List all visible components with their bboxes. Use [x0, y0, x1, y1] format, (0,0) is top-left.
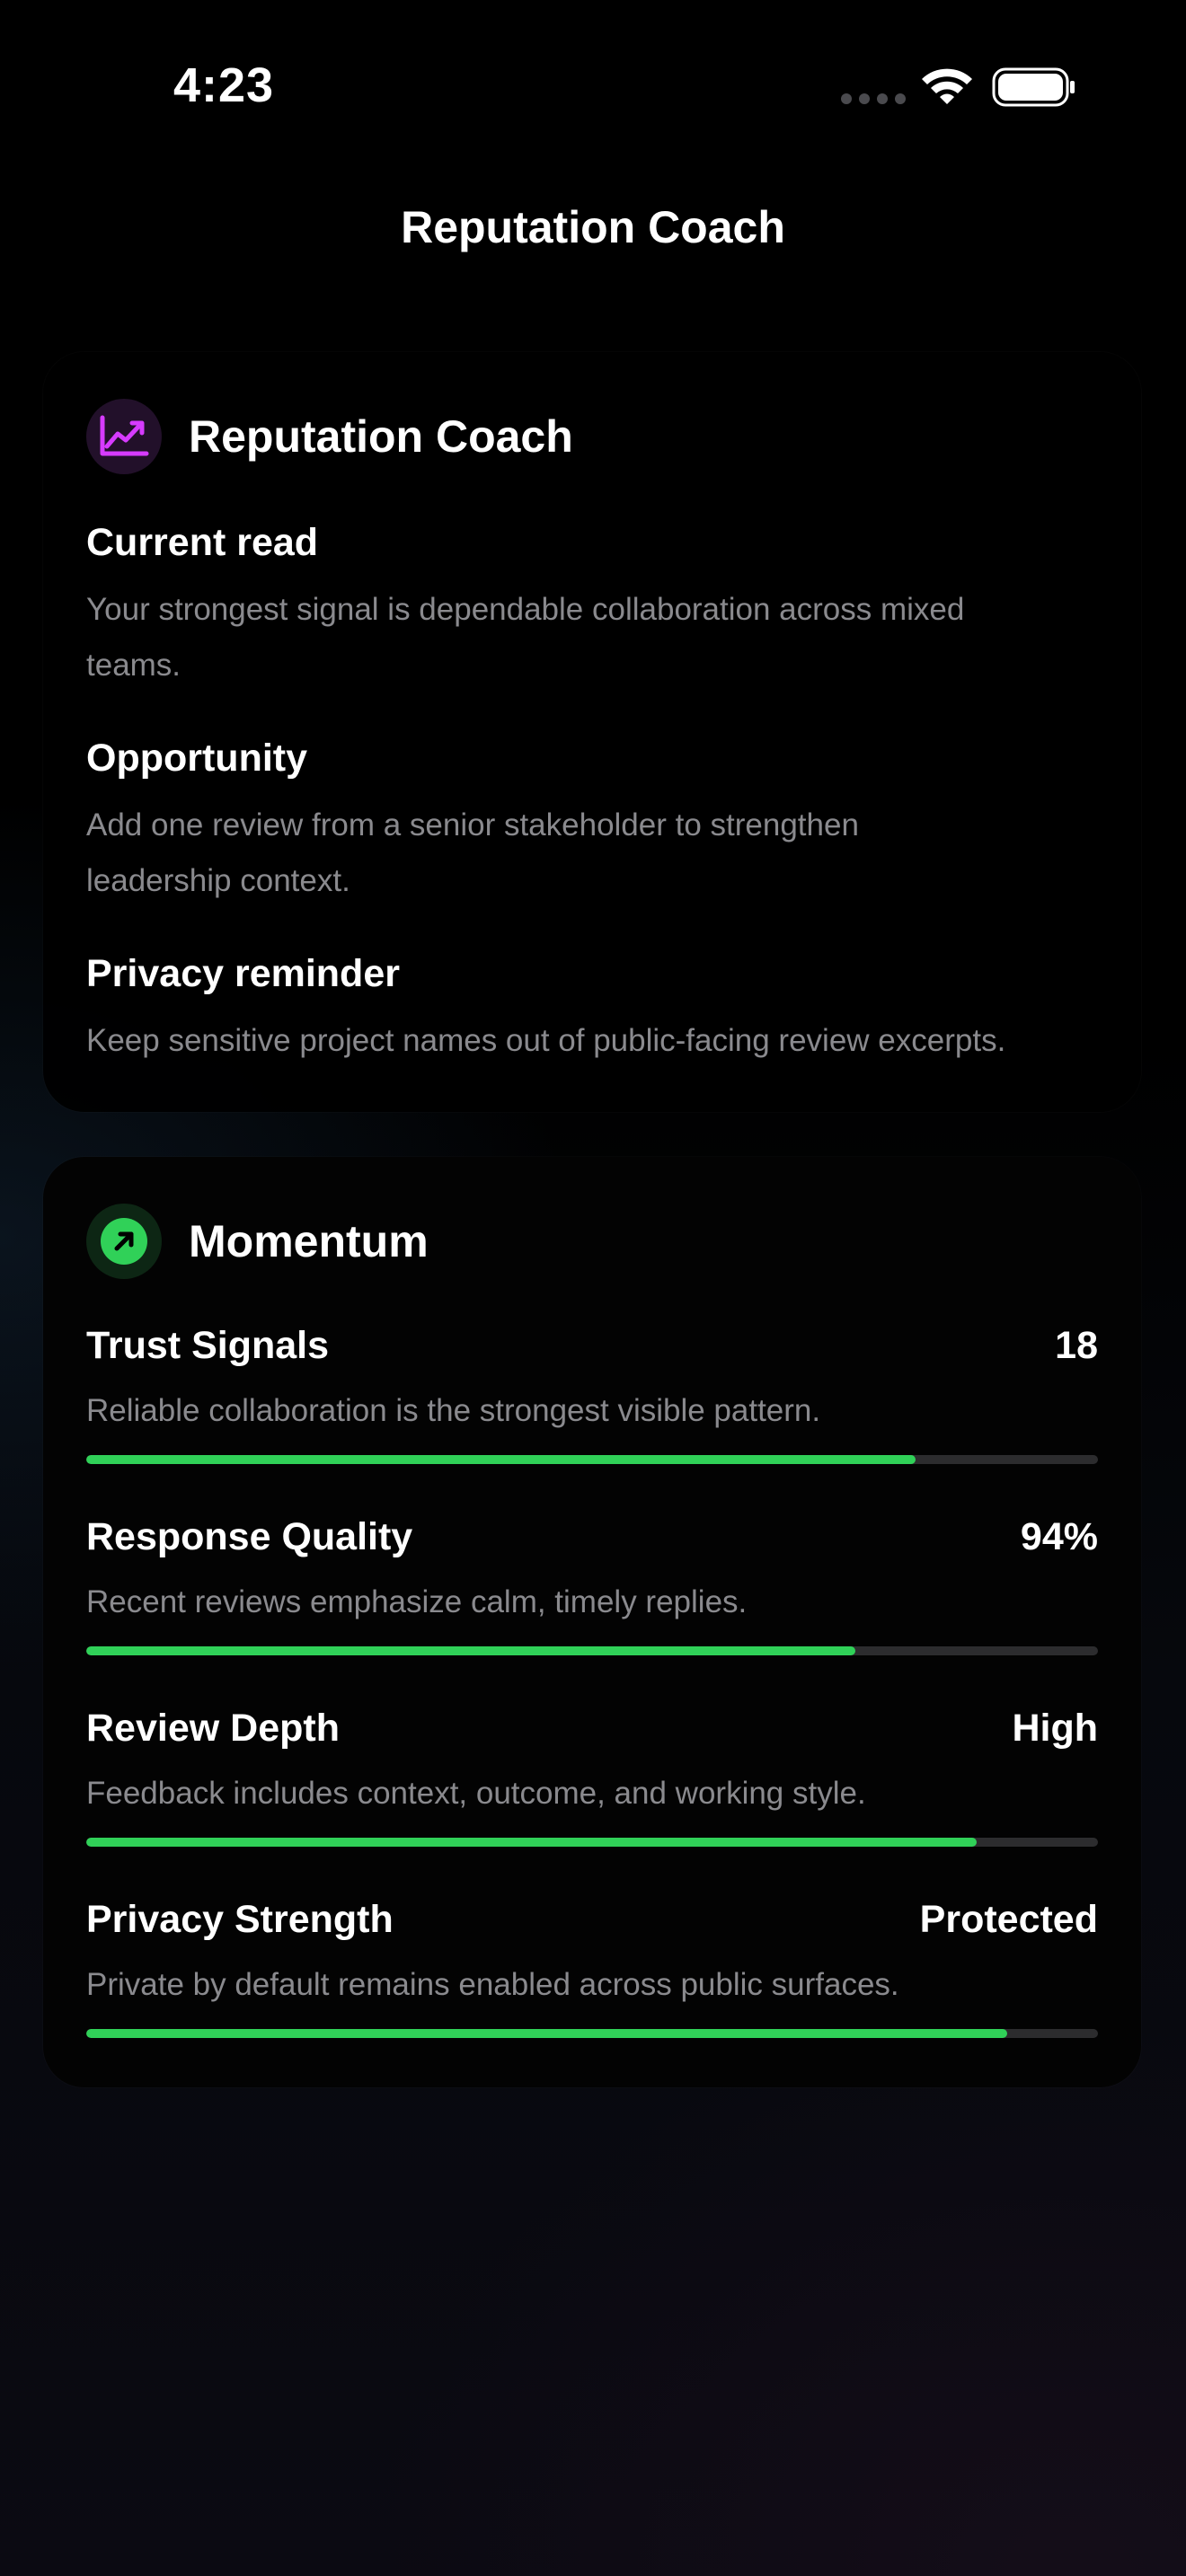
metric-value: 94% — [1020, 1514, 1098, 1558]
metric-description: Recent reviews emphasize calm, timely re… — [86, 1584, 748, 1619]
momentum-card-title: Momentum — [189, 1216, 429, 1266]
momentum-card: Momentum Trust Signals 18 Reliable colla… — [43, 1157, 1141, 2087]
section-text: Keep sensitive project names out of publ… — [86, 1023, 1006, 1058]
metric-value: High — [1012, 1706, 1098, 1750]
coach-icon-badge — [86, 399, 162, 474]
metric-response-quality: Response Quality 94% Recent reviews emph… — [86, 1512, 1098, 1655]
coach-card-title: Reputation Coach — [189, 411, 573, 462]
progress-bar — [86, 2029, 1098, 2038]
battery-icon — [992, 67, 1075, 107]
arrow-up-right-icon — [101, 1218, 147, 1265]
screen: 4:23 Reputation Coach Reputation Coach C… — [0, 0, 1186, 2576]
section-heading: Opportunity — [86, 737, 308, 780]
metric-label: Trust Signals — [86, 1323, 330, 1367]
section-privacy-reminder: Privacy reminder Keep sensitive project … — [86, 950, 1102, 1069]
metric-label: Response Quality — [86, 1514, 413, 1558]
status-time: 4:23 — [173, 58, 275, 112]
coach-card-header: Reputation Coach — [86, 399, 573, 474]
section-heading: Privacy reminder — [86, 952, 400, 995]
reputation-coach-card: Reputation Coach Current read Your stron… — [43, 352, 1141, 1112]
chart-line-icon — [100, 415, 149, 456]
metric-description: Reliable collaboration is the strongest … — [86, 1393, 821, 1428]
section-heading: Current read — [86, 521, 319, 564]
metric-value: Protected — [919, 1897, 1098, 1941]
cellular-icon — [841, 93, 906, 104]
section-opportunity: Opportunity Add one review from a senior… — [86, 735, 1102, 909]
page-title: Reputation Coach — [401, 202, 785, 252]
status-bar: 4:23 — [0, 0, 1186, 171]
metric-label: Review Depth — [86, 1706, 340, 1750]
section-text: Your strongest signal is dependable coll… — [86, 592, 965, 683]
metric-trust-signals: Trust Signals 18 Reliable collaboration … — [86, 1320, 1098, 1464]
metric-description: Private by default remains enabled acros… — [86, 1967, 899, 2002]
momentum-icon-badge — [86, 1204, 162, 1279]
progress-fill — [86, 2029, 1007, 2038]
section-text: Add one review from a senior stakeholder… — [86, 807, 859, 898]
progress-bar — [86, 1646, 1098, 1655]
progress-fill — [86, 1838, 977, 1847]
progress-fill — [86, 1646, 855, 1655]
metric-description: Feedback includes context, outcome, and … — [86, 1776, 866, 1811]
wifi-icon — [922, 68, 972, 104]
progress-bar — [86, 1838, 1098, 1847]
metric-value: 18 — [1055, 1323, 1098, 1367]
metric-privacy-strength: Privacy Strength Protected Private by de… — [86, 1894, 1098, 2038]
momentum-card-header: Momentum — [86, 1204, 429, 1279]
progress-fill — [86, 1455, 916, 1464]
metric-label: Privacy Strength — [86, 1897, 394, 1941]
section-current-read: Current read Your strongest signal is de… — [86, 519, 1102, 693]
progress-bar — [86, 1455, 1098, 1464]
metric-review-depth: Review Depth High Feedback includes cont… — [86, 1703, 1098, 1847]
